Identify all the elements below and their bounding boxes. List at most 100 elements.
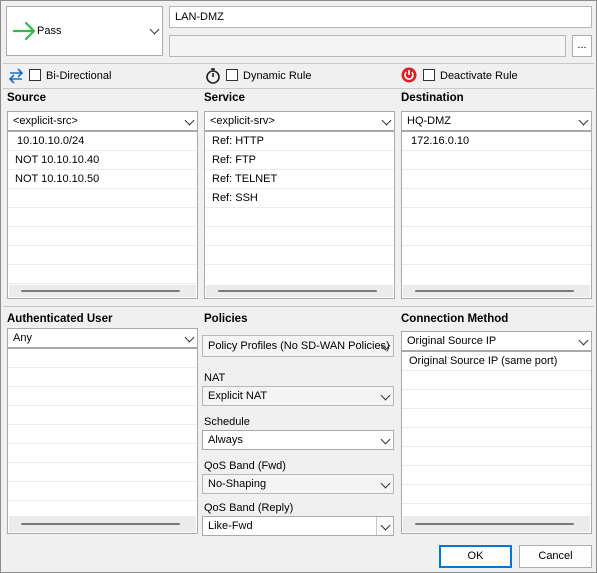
list-item bbox=[205, 227, 394, 246]
list-item bbox=[8, 387, 197, 406]
list-item bbox=[205, 246, 394, 265]
horizontal-scrollbar[interactable] bbox=[9, 516, 196, 532]
list-item bbox=[402, 151, 591, 170]
list-item bbox=[8, 189, 197, 208]
schedule-dropdown[interactable]: Always bbox=[202, 430, 394, 450]
schedule-value: Always bbox=[208, 434, 243, 446]
connection-method-selected: Original Source IP bbox=[407, 335, 497, 347]
bidirectional-arrows-icon bbox=[8, 68, 24, 84]
list-item bbox=[8, 482, 197, 501]
auth-user-selected: Any bbox=[13, 332, 32, 344]
list-item[interactable]: 172.16.0.10 bbox=[402, 132, 591, 151]
policy-profile-value: Policy Profiles (No SD-WAN Policies) bbox=[208, 340, 390, 352]
chevron-down-icon bbox=[578, 115, 589, 126]
list-item[interactable]: Ref: HTTP bbox=[205, 132, 394, 151]
list-item bbox=[402, 208, 591, 227]
list-item bbox=[402, 189, 591, 208]
chevron-down-icon bbox=[149, 24, 160, 35]
chevron-down-icon bbox=[184, 332, 195, 343]
list-item bbox=[402, 390, 591, 409]
list-item[interactable]: NOT 10.10.10.50 bbox=[8, 170, 197, 189]
schedule-label: Schedule bbox=[204, 416, 250, 428]
nat-label: NAT bbox=[204, 372, 226, 384]
qos-fwd-label: QoS Band (Fwd) bbox=[204, 460, 286, 472]
list-item[interactable]: 10.10.10.0/24 bbox=[8, 132, 197, 151]
chevron-down-icon bbox=[380, 478, 391, 489]
list-item[interactable]: Ref: FTP bbox=[205, 151, 394, 170]
list-item bbox=[8, 246, 197, 265]
separator bbox=[3, 88, 594, 89]
cancel-button[interactable]: Cancel bbox=[519, 545, 592, 568]
connection-method-list[interactable]: Original Source IP (same port) bbox=[401, 351, 592, 534]
rule-name-field[interactable]: LAN-DMZ bbox=[169, 6, 592, 28]
connection-method-header: Connection Method bbox=[401, 313, 509, 325]
destination-list[interactable]: 172.16.0.10 bbox=[401, 131, 592, 299]
browse-button[interactable]: ... bbox=[572, 35, 592, 57]
list-item bbox=[402, 246, 591, 265]
destination-dropdown[interactable]: HQ-DMZ bbox=[401, 111, 592, 131]
nat-value: Explicit NAT bbox=[208, 390, 268, 402]
policy-profile-dropdown[interactable]: Policy Profiles (No SD-WAN Policies) bbox=[202, 335, 394, 357]
list-item bbox=[8, 368, 197, 387]
list-item bbox=[402, 447, 591, 466]
horizontal-scrollbar[interactable] bbox=[9, 285, 196, 297]
horizontal-scrollbar[interactable] bbox=[403, 516, 590, 532]
horizontal-scrollbar[interactable] bbox=[206, 285, 393, 297]
list-item bbox=[8, 208, 197, 227]
separator bbox=[3, 306, 594, 307]
qos-reply-dropdown[interactable]: Like-Fwd bbox=[202, 516, 394, 536]
qos-reply-label: QoS Band (Reply) bbox=[204, 502, 294, 514]
list-item[interactable]: NOT 10.10.10.40 bbox=[8, 151, 197, 170]
destination-selected: HQ-DMZ bbox=[407, 115, 451, 127]
auth-user-dropdown[interactable]: Any bbox=[7, 328, 198, 348]
horizontal-scrollbar[interactable] bbox=[403, 285, 590, 297]
service-list[interactable]: Ref: HTTP Ref: FTP Ref: TELNET Ref: SSH bbox=[204, 131, 395, 299]
service-dropdown[interactable]: <explicit-srv> bbox=[204, 111, 395, 131]
list-item[interactable]: Ref: TELNET bbox=[205, 170, 394, 189]
chevron-down-icon bbox=[381, 115, 392, 126]
list-item[interactable]: Ref: SSH bbox=[205, 189, 394, 208]
auth-user-list[interactable] bbox=[7, 348, 198, 534]
chevron-down-icon bbox=[184, 115, 195, 126]
service-header: Service bbox=[204, 92, 245, 104]
list-item bbox=[402, 227, 591, 246]
separator bbox=[3, 63, 594, 64]
stopwatch-icon bbox=[206, 68, 220, 84]
bidirectional-checkbox[interactable] bbox=[29, 69, 41, 81]
list-item bbox=[8, 265, 197, 284]
list-item bbox=[8, 227, 197, 246]
list-item bbox=[402, 409, 591, 428]
source-list[interactable]: 10.10.10.0/24 NOT 10.10.10.40 NOT 10.10.… bbox=[7, 131, 198, 299]
source-dropdown[interactable]: <explicit-src> bbox=[7, 111, 198, 131]
dynamic-rule-label: Dynamic Rule bbox=[243, 70, 312, 82]
deactivate-rule-checkbox[interactable] bbox=[423, 69, 435, 81]
bidirectional-label: Bi-Directional bbox=[46, 70, 112, 82]
policies-header: Policies bbox=[204, 313, 248, 325]
source-header: Source bbox=[7, 92, 46, 104]
dynamic-rule-checkbox[interactable] bbox=[226, 69, 238, 81]
ok-button[interactable]: OK bbox=[439, 545, 512, 568]
service-selected: <explicit-srv> bbox=[210, 115, 275, 127]
chevron-down-icon bbox=[578, 335, 589, 346]
list-item bbox=[8, 444, 197, 463]
list-item bbox=[402, 170, 591, 189]
qos-reply-value: Like-Fwd bbox=[208, 520, 253, 532]
source-selected: <explicit-src> bbox=[13, 115, 78, 127]
list-item bbox=[8, 425, 197, 444]
chevron-down-icon bbox=[380, 434, 391, 445]
qos-fwd-value: No-Shaping bbox=[208, 478, 267, 490]
nat-dropdown[interactable]: Explicit NAT bbox=[202, 386, 394, 406]
chevron-down-icon bbox=[380, 390, 391, 401]
destination-header: Destination bbox=[401, 92, 464, 104]
action-dropdown[interactable]: Pass bbox=[6, 6, 163, 56]
list-item bbox=[205, 208, 394, 227]
deactivate-rule-label: Deactivate Rule bbox=[440, 70, 518, 82]
list-item bbox=[402, 466, 591, 485]
list-item[interactable]: Original Source IP (same port) bbox=[402, 352, 591, 371]
qos-fwd-dropdown[interactable]: No-Shaping bbox=[202, 474, 394, 494]
connection-method-dropdown[interactable]: Original Source IP bbox=[401, 331, 592, 351]
list-item bbox=[402, 485, 591, 504]
rule-editor-dialog: Pass LAN-DMZ ... Bi-Directional Dynamic … bbox=[0, 0, 597, 573]
power-icon bbox=[401, 67, 417, 83]
rule-comment-field[interactable] bbox=[169, 35, 566, 57]
